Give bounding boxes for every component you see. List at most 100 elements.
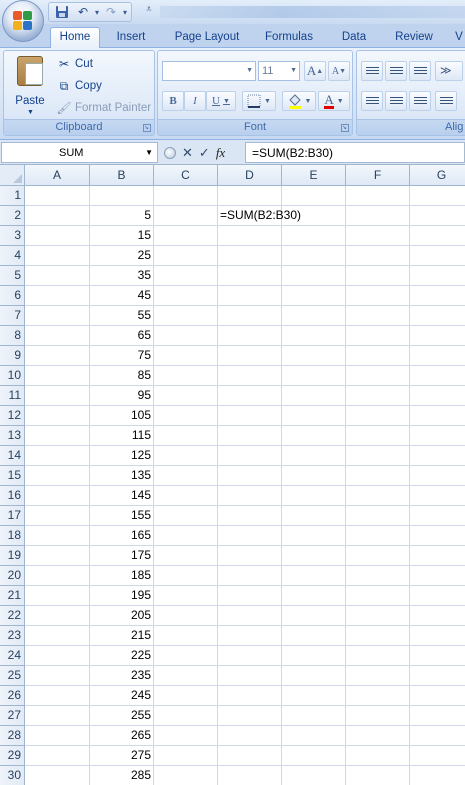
cell-d5[interactable] [218,266,282,286]
column-header-g[interactable]: G [410,165,465,186]
row-header-6[interactable]: 6 [0,286,25,306]
cell-c7[interactable] [154,306,218,326]
cell-g20[interactable] [410,566,465,586]
cell-c25[interactable] [154,666,218,686]
cell-b22[interactable]: 205 [90,606,154,626]
cell-e7[interactable] [282,306,346,326]
row-header-14[interactable]: 14 [0,446,25,466]
cell-b13[interactable]: 115 [90,426,154,446]
cell-e26[interactable] [282,686,346,706]
cell-d28[interactable] [218,726,282,746]
row-header-22[interactable]: 22 [0,606,25,626]
row-header-24[interactable]: 24 [0,646,25,666]
cell-e24[interactable] [282,646,346,666]
cell-g28[interactable] [410,726,465,746]
tab-insert[interactable]: Insert [110,28,152,48]
cell-d26[interactable] [218,686,282,706]
cancel-icon[interactable]: ✕ [182,145,193,161]
cell-a7[interactable] [25,306,90,326]
office-button[interactable] [2,0,44,42]
center-button[interactable] [385,91,407,111]
cell-a9[interactable] [25,346,90,366]
row-header-16[interactable]: 16 [0,486,25,506]
cell-e10[interactable] [282,366,346,386]
cell-e22[interactable] [282,606,346,626]
orientation-button[interactable]: ≫ [435,61,463,81]
cell-b9[interactable]: 75 [90,346,154,366]
cell-g6[interactable] [410,286,465,306]
cell-e5[interactable] [282,266,346,286]
align-left-button[interactable] [361,91,383,111]
cell-e21[interactable] [282,586,346,606]
row-header-9[interactable]: 9 [0,346,25,366]
row-header-2[interactable]: 2 [0,206,25,226]
copy-button[interactable]: ⧉ Copy [56,77,102,95]
cell-f2[interactable] [346,206,410,226]
name-box-dropdown-icon[interactable]: ▼ [145,148,153,157]
cell-g1[interactable] [410,186,465,206]
cell-d22[interactable] [218,606,282,626]
cell-d8[interactable] [218,326,282,346]
cell-d17[interactable] [218,506,282,526]
cell-f3[interactable] [346,226,410,246]
cell-b28[interactable]: 265 [90,726,154,746]
cell-a29[interactable] [25,746,90,766]
select-all-corner[interactable] [0,165,25,186]
cell-b30[interactable]: 285 [90,766,154,785]
cell-c24[interactable] [154,646,218,666]
cell-f21[interactable] [346,586,410,606]
cell-a22[interactable] [25,606,90,626]
cell-e12[interactable] [282,406,346,426]
cell-f23[interactable] [346,626,410,646]
cell-g4[interactable] [410,246,465,266]
cell-f13[interactable] [346,426,410,446]
function-dropdown-icon[interactable] [164,146,176,159]
undo-dropdown-icon[interactable]: ▾ [95,8,99,17]
row-header-26[interactable]: 26 [0,686,25,706]
cell-g11[interactable] [410,386,465,406]
cell-g7[interactable] [410,306,465,326]
cell-b24[interactable]: 225 [90,646,154,666]
cell-b14[interactable]: 125 [90,446,154,466]
cell-f18[interactable] [346,526,410,546]
cell-e23[interactable] [282,626,346,646]
cell-g14[interactable] [410,446,465,466]
cell-e17[interactable] [282,506,346,526]
cell-g30[interactable] [410,766,465,785]
cell-a11[interactable] [25,386,90,406]
cell-b18[interactable]: 165 [90,526,154,546]
cell-a26[interactable] [25,686,90,706]
undo-icon[interactable]: ↶ [74,4,92,20]
cell-e14[interactable] [282,446,346,466]
cell-g19[interactable] [410,546,465,566]
row-header-20[interactable]: 20 [0,566,25,586]
cell-f7[interactable] [346,306,410,326]
italic-button[interactable]: I [184,91,206,111]
cell-c2[interactable] [154,206,218,226]
cell-f24[interactable] [346,646,410,666]
cell-g26[interactable] [410,686,465,706]
cell-d3[interactable] [218,226,282,246]
cell-b27[interactable]: 255 [90,706,154,726]
cell-e11[interactable] [282,386,346,406]
cell-a30[interactable] [25,766,90,785]
redo-icon[interactable]: ↷ [102,4,120,20]
cell-f6[interactable] [346,286,410,306]
cell-f5[interactable] [346,266,410,286]
column-header-e[interactable]: E [282,165,346,186]
cell-g22[interactable] [410,606,465,626]
redo-dropdown-icon[interactable]: ▾ [123,8,127,17]
cell-g16[interactable] [410,486,465,506]
tab-review[interactable]: Review [390,28,438,48]
decrease-indent-button[interactable] [435,91,457,111]
cell-a27[interactable] [25,706,90,726]
row-header-21[interactable]: 21 [0,586,25,606]
cell-a14[interactable] [25,446,90,466]
cell-c20[interactable] [154,566,218,586]
shrink-font-button[interactable]: A ▼ [328,61,350,81]
row-header-15[interactable]: 15 [0,466,25,486]
cell-b19[interactable]: 175 [90,546,154,566]
cell-g15[interactable] [410,466,465,486]
cell-d25[interactable] [218,666,282,686]
cell-d7[interactable] [218,306,282,326]
